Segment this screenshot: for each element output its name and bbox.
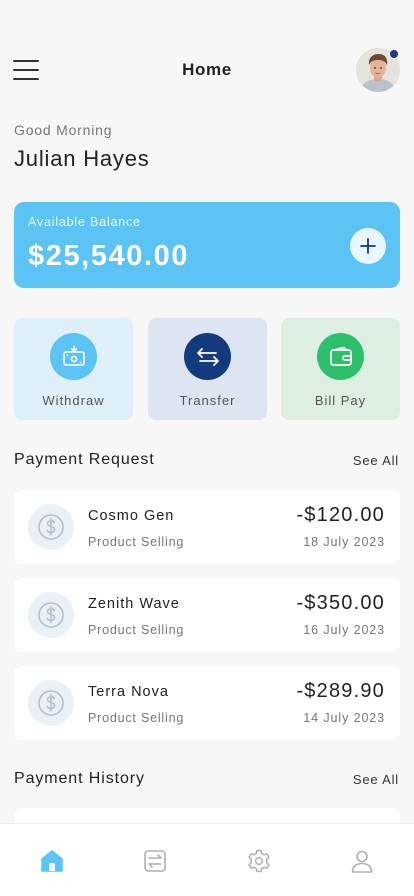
top-bar: Home (0, 48, 414, 92)
payee-name: Zenith Wave (88, 596, 180, 612)
wallet-icon (330, 346, 352, 366)
balance-card: Available Balance $25,540.00 (14, 202, 400, 288)
payment-date: 16 July 2023 (303, 623, 385, 637)
payment-request-item[interactable]: Zenith Wave Product Selling -$350.00 16 … (14, 578, 400, 652)
payee-name: Cosmo Gen (88, 508, 175, 524)
dollar-coin-icon (38, 602, 64, 628)
payment-request-see-all[interactable]: See All (353, 453, 399, 468)
nav-settings[interactable] (244, 846, 274, 876)
withdraw-button[interactable]: Withdraw (14, 318, 133, 420)
payment-history-title: Payment History (14, 770, 145, 787)
plus-icon (360, 238, 376, 254)
bill-pay-label: Bill Pay (314, 393, 367, 408)
withdraw-label: Withdraw (42, 393, 105, 408)
dollar-coin-icon (38, 690, 64, 716)
transfer-label: Transfer (179, 393, 236, 408)
payment-history-see-all[interactable]: See All (353, 772, 399, 787)
notification-dot (390, 50, 398, 58)
payment-date: 14 July 2023 (303, 711, 385, 725)
user-name: Julian Hayes (14, 146, 150, 171)
payee-name: Terra Nova (88, 684, 169, 700)
nav-transactions[interactable] (140, 846, 170, 876)
bill-pay-button[interactable]: Bill Pay (281, 318, 400, 420)
payment-request-title: Payment Request (14, 451, 155, 468)
payment-request-item[interactable]: Cosmo Gen Product Selling -$120.00 18 Ju… (14, 490, 400, 564)
balance-label: Available Balance (28, 215, 141, 229)
payment-date: 18 July 2023 (303, 535, 385, 549)
transfer-button[interactable]: Transfer (148, 318, 267, 420)
transfer-arrows-icon (197, 348, 219, 366)
payment-amount: -$120.00 (296, 504, 385, 526)
withdraw-icon (63, 345, 85, 366)
payment-subtitle: Product Selling (88, 535, 185, 549)
dollar-coin-icon (38, 514, 64, 540)
page-title: Home (182, 60, 232, 79)
payment-amount: -$289.90 (296, 680, 385, 702)
home-icon (41, 850, 63, 872)
home-screen: Home Good Morning Julian Hayes Available… (0, 0, 414, 896)
nav-profile[interactable] (347, 846, 377, 876)
balance-amount: $25,540.00 (28, 240, 190, 272)
payment-amount: -$350.00 (296, 592, 385, 614)
bottom-navigation (0, 823, 414, 896)
payment-subtitle: Product Selling (88, 623, 185, 637)
add-funds-button[interactable] (350, 228, 386, 264)
transactions-icon (144, 850, 166, 872)
payment-subtitle: Product Selling (88, 711, 185, 725)
profile-icon (351, 850, 373, 873)
payment-request-item[interactable]: Terra Nova Product Selling -$289.90 14 J… (14, 666, 400, 740)
greeting-text: Good Morning (14, 122, 113, 138)
settings-gear-icon (248, 849, 270, 873)
nav-home[interactable] (37, 846, 67, 876)
